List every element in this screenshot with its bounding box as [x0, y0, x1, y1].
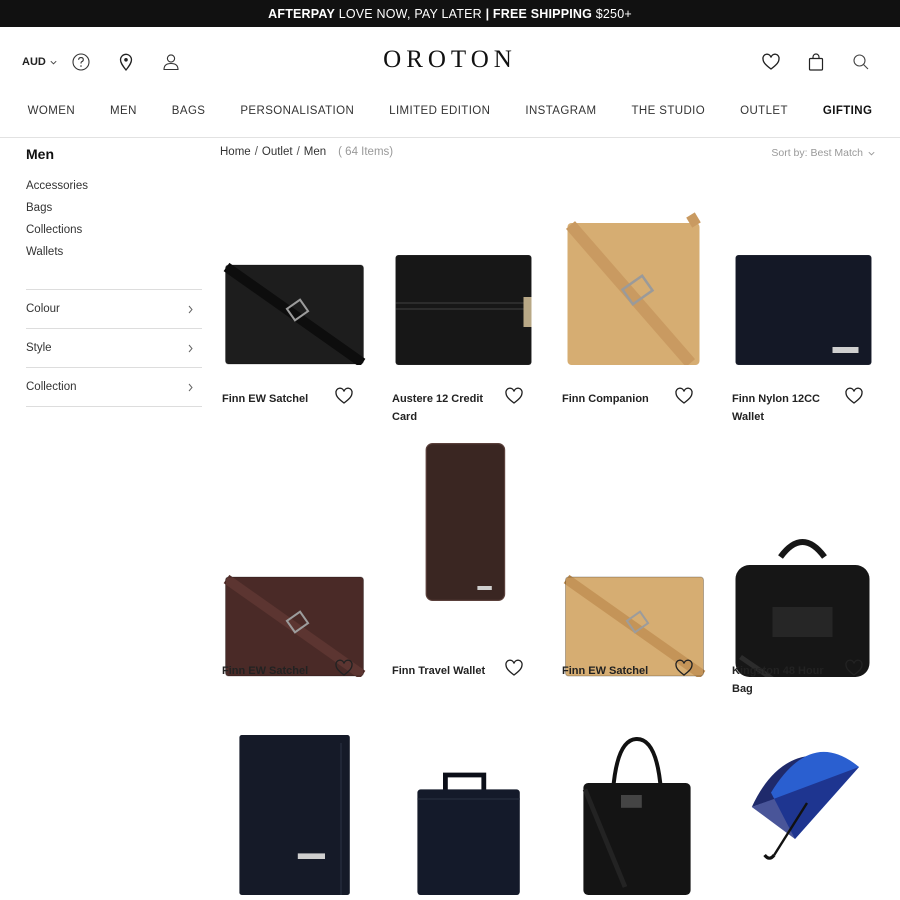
wishlist-heart-icon[interactable]	[674, 387, 694, 405]
filter-collection[interactable]: Collection	[26, 368, 202, 407]
shopping-bag-icon[interactable]	[805, 51, 827, 73]
promo-shipping-amount: $250+	[592, 6, 632, 21]
product-name[interactable]: Finn EW Satchel	[222, 390, 322, 408]
promo-shipping: | FREE SHIPPING	[485, 6, 593, 21]
sidebar-links: Accessories Bags Collections Wallets	[26, 179, 202, 267]
product-image[interactable]	[390, 205, 540, 365]
product-image[interactable]	[220, 735, 370, 895]
chevron-right-icon	[188, 383, 193, 391]
sidebar-link-collections[interactable]: Collections	[26, 223, 202, 245]
promo-afterpay: AFTERPAY	[268, 6, 336, 21]
nav-bags[interactable]: BAGS	[154, 105, 223, 125]
sort-dropdown[interactable]: Sort by: Best Match	[771, 147, 876, 159]
wishlist-heart-icon[interactable]	[844, 659, 864, 677]
wishlist-heart-icon[interactable]	[844, 387, 864, 405]
item-count: ( 64 Items)	[338, 146, 394, 158]
sidebar-link-bags[interactable]: Bags	[26, 201, 202, 223]
nav-outlet[interactable]: OUTLET	[723, 105, 806, 125]
product-name[interactable]: Finn Nylon 12CC Wallet	[732, 390, 832, 426]
filter-colour-label: Colour	[26, 303, 60, 315]
nav-gifting[interactable]: GIFTING	[805, 105, 889, 125]
product-image[interactable]	[220, 205, 370, 365]
search-icon[interactable]	[850, 51, 872, 73]
nav-instagram[interactable]: INSTAGRAM	[508, 105, 614, 125]
product-image[interactable]	[730, 735, 880, 895]
breadcrumb: Home / Outlet / Men ( 64 Items)	[220, 146, 393, 158]
wishlist-heart-icon[interactable]	[504, 659, 524, 677]
product-image[interactable]	[560, 205, 710, 365]
product-name[interactable]: Austere 12 Credit Card	[392, 390, 492, 426]
filter-list: Colour Style Collection	[26, 289, 202, 407]
product-name[interactable]: Finn Companion	[562, 390, 662, 408]
product-image[interactable]	[560, 517, 710, 677]
product-image[interactable]	[730, 205, 880, 365]
product-name[interactable]: Finn EW Satchel	[562, 662, 662, 680]
product-image[interactable]	[390, 442, 540, 602]
promo-banner[interactable]: AFTERPAY LOVE NOW, PAY LATER | FREE SHIP…	[0, 0, 900, 27]
category-sidebar: Men Accessories Bags Collections Wallets…	[26, 145, 202, 407]
wishlist-heart-icon[interactable]	[674, 659, 694, 677]
wishlist-heart-icon[interactable]	[334, 659, 354, 677]
chevron-right-icon	[188, 305, 193, 313]
filter-colour[interactable]: Colour	[26, 290, 202, 329]
sidebar-title: Men	[26, 146, 54, 162]
breadcrumb-home[interactable]: Home	[220, 146, 251, 158]
product-image[interactable]	[390, 735, 540, 895]
wishlist-heart-icon[interactable]	[760, 51, 782, 73]
promo-afterpay-text: LOVE NOW, PAY LATER	[335, 6, 486, 21]
nav-personalisation[interactable]: PERSONALISATION	[223, 105, 372, 125]
sidebar-link-wallets[interactable]: Wallets	[26, 245, 202, 267]
nav-women[interactable]: WOMEN	[10, 105, 92, 125]
sidebar-link-accessories[interactable]: Accessories	[26, 179, 202, 201]
nav-the-studio[interactable]: THE STUDIO	[614, 105, 723, 125]
breadcrumb-outlet[interactable]: Outlet	[262, 146, 293, 158]
product-image[interactable]	[560, 735, 710, 895]
wishlist-heart-icon[interactable]	[334, 387, 354, 405]
product-name[interactable]: Finn EW Satchel	[222, 662, 322, 680]
filter-style[interactable]: Style	[26, 329, 202, 368]
sort-label: Sort by: Best Match	[771, 147, 863, 159]
chevron-right-icon	[188, 344, 193, 352]
site-header: AUD OROTON	[0, 27, 900, 97]
nav-men[interactable]: MEN	[93, 105, 155, 125]
product-image[interactable]	[730, 517, 880, 677]
breadcrumb-separator: /	[296, 146, 300, 158]
main-navigation: WOMEN MEN BAGS PERSONALISATION LIMITED E…	[0, 105, 900, 125]
filter-collection-label: Collection	[26, 381, 77, 393]
product-name[interactable]: Finn Travel Wallet	[392, 662, 492, 680]
nav-divider	[0, 137, 900, 138]
product-name[interactable]: Kingston 48 Hour Bag	[732, 662, 832, 698]
wishlist-heart-icon[interactable]	[504, 387, 524, 405]
breadcrumb-men[interactable]: Men	[304, 146, 326, 158]
chevron-down-icon	[868, 151, 875, 155]
breadcrumb-separator: /	[254, 146, 258, 158]
product-image[interactable]	[220, 517, 370, 677]
nav-limited-edition[interactable]: LIMITED EDITION	[372, 105, 508, 125]
filter-style-label: Style	[26, 342, 52, 354]
